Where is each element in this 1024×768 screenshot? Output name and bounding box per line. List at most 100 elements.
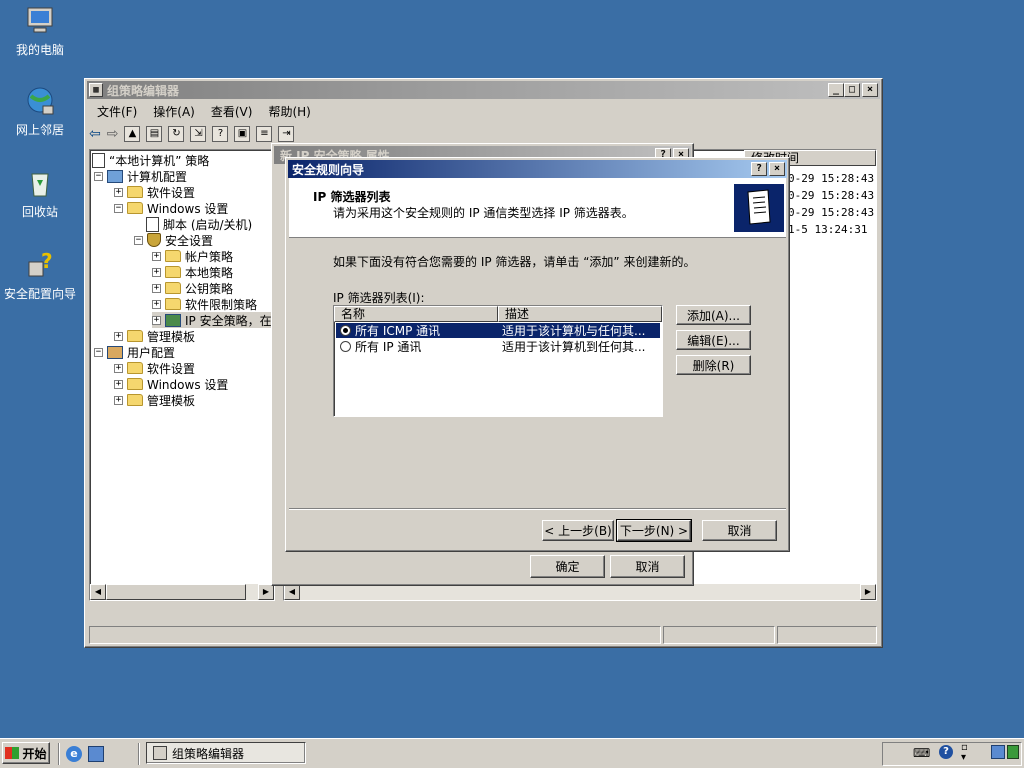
menubar: 文件(F) 操作(A) 查看(V) 帮助(H) — [89, 101, 319, 121]
security-icon — [147, 233, 161, 247]
tree-item-scripts[interactable]: 脚本 (启动/关机) — [146, 216, 252, 232]
tree-item-admin-templates[interactable]: + 管理模板 — [114, 328, 195, 344]
expand-icon[interactable]: + — [114, 187, 123, 197]
ok-button[interactable]: 确定 — [530, 555, 605, 578]
tree-hscrollbar[interactable]: ◀ ▶ — [90, 584, 274, 600]
filter-row-ip[interactable]: 所有 IP 通讯 适用于该计算机到任何其... — [336, 339, 660, 354]
network-tray-icon[interactable]: ⌨ — [913, 746, 930, 760]
security-tray-icon[interactable] — [1007, 745, 1019, 759]
tree-item-root[interactable]: “本地计算机” 策略 — [92, 152, 209, 168]
tree-item-windows-settings[interactable]: − Windows 设置 — [114, 200, 228, 216]
cancel-button[interactable]: 取消 — [702, 520, 777, 541]
filter-row-icmp[interactable]: 所有 ICMP 通讯 适用于该计算机与任何其... — [336, 323, 660, 338]
recycle-bin-desktop-icon[interactable]: 回收站 — [0, 166, 80, 220]
security-wizard-icon: ? — [28, 249, 53, 277]
status-pane — [663, 626, 775, 644]
menu-help[interactable]: 帮助(H) — [268, 103, 310, 120]
details-hscrollbar[interactable]: ◀ ▶ — [284, 584, 876, 600]
tree-item-pubkey-policy[interactable]: + 公钥策略 — [152, 280, 233, 296]
up-folder-icon[interactable]: ▲ — [124, 126, 141, 142]
filter-list[interactable]: 名称 描述 所有 ICMP 通讯 适用于该计算机与任何其... 所有 IP 通讯… — [333, 305, 663, 417]
collapse-icon[interactable]: − — [94, 171, 103, 181]
filter-name: 所有 IP 通讯 — [355, 340, 422, 354]
tree-item-software-restriction[interactable]: + 软件限制策略 — [152, 296, 257, 312]
wizard-titlebar[interactable]: 安全规则向导 ? × — [288, 160, 787, 178]
help-button[interactable]: ? — [751, 162, 767, 176]
system-tray: ⌨ ? ▫ ▾ — [882, 742, 1022, 766]
expand-icon[interactable]: + — [152, 299, 161, 309]
expand-icon[interactable]: + — [152, 251, 161, 261]
minimize-button[interactable]: _ — [828, 83, 844, 97]
scroll-right-icon[interactable]: ▶ — [258, 584, 274, 600]
tree-pane[interactable]: “本地计算机” 策略 − 计算机配置 + 软件设置 − Windows 设置 脚本 (… — [89, 149, 275, 601]
radio-unselected[interactable] — [340, 341, 351, 352]
collapse-icon[interactable]: − — [114, 203, 123, 213]
cancel-button[interactable]: 取消 — [610, 555, 685, 578]
help-icon[interactable]: ? — [212, 126, 229, 142]
scroll-left-icon[interactable]: ◀ — [284, 584, 300, 600]
start-button[interactable]: 开始 — [2, 742, 50, 764]
tree-item-local-policy[interactable]: + 本地策略 — [152, 264, 233, 280]
expand-icon[interactable]: + — [114, 395, 123, 405]
tree-item-computer[interactable]: − 计算机配置 — [94, 168, 187, 184]
edit-button[interactable]: 编辑(E)... — [676, 330, 751, 350]
maximize-button[interactable]: □ — [844, 83, 860, 97]
forward-arrow-icon[interactable]: ⇨ — [107, 126, 119, 142]
internet-explorer-icon[interactable]: e — [66, 746, 82, 762]
help-tray-icon[interactable]: ? — [939, 745, 953, 759]
add-button[interactable]: 添加(A)... — [676, 305, 751, 325]
tree-item-user-windows[interactable]: + Windows 设置 — [114, 376, 228, 392]
menu-action[interactable]: 操作(A) — [153, 103, 195, 120]
restore-tray-icon[interactable]: ▫ ▾ — [961, 743, 968, 763]
tree-item-ip-security[interactable]: + IP 安全策略，在 — [152, 312, 272, 328]
show-tree-icon[interactable]: ▤ — [146, 126, 163, 142]
properties-icon[interactable]: ≡ — [256, 126, 273, 142]
tree-label: 安全设置 — [165, 233, 214, 248]
filter-description: 适用于该计算机与任何其... — [502, 324, 646, 338]
column-header-name[interactable]: 名称 — [334, 306, 498, 322]
tree-item-user-admin[interactable]: + 管理模板 — [114, 392, 195, 408]
tree-item-account-policy[interactable]: + 帐户策略 — [152, 248, 233, 264]
expand-icon[interactable]: + — [152, 315, 161, 325]
taskbar-item-gpedit[interactable]: 组策略编辑器 — [146, 742, 306, 764]
network-places-desktop-icon[interactable]: 网上邻居 — [0, 84, 80, 138]
menu-view[interactable]: 查看(V) — [211, 103, 253, 120]
scroll-left-icon[interactable]: ◀ — [90, 584, 106, 600]
column-header-description[interactable]: 描述 — [498, 306, 662, 322]
back-button[interactable]: < 上一步(B) — [542, 520, 614, 541]
security-wizard-desktop-icon[interactable]: ? 安全配置向导 — [0, 248, 80, 302]
tree-item-user[interactable]: − 用户配置 — [94, 344, 175, 360]
expand-icon[interactable]: + — [152, 267, 161, 277]
expand-icon[interactable]: + — [152, 283, 161, 293]
refresh-icon[interactable]: ↻ — [168, 126, 185, 142]
console-icon[interactable]: ▣ — [234, 126, 251, 142]
back-arrow-icon[interactable]: ⇦ — [89, 126, 101, 142]
export-list-icon[interactable]: ⇲ — [190, 126, 207, 142]
tree-item-user-software[interactable]: + 软件设置 — [114, 360, 195, 376]
gpedit-titlebar[interactable]: ▦ 组策略编辑器 _ □ × — [87, 81, 880, 99]
next-button[interactable]: 下一步(N) > — [616, 519, 692, 542]
desktop-icon-label: 我的电脑 — [15, 43, 64, 57]
tree-item-security-settings[interactable]: − 安全设置 — [134, 232, 213, 248]
menu-file[interactable]: 文件(F) — [97, 103, 137, 120]
tree-item-software-settings[interactable]: + 软件设置 — [114, 184, 195, 200]
remove-button[interactable]: 删除(R) — [676, 355, 751, 375]
expand-icon[interactable]: + — [114, 331, 123, 341]
wizard-header: IP 筛选器列表 请为采用这个安全规则的 IP 通信类型选择 IP 筛选器表。 — [289, 178, 786, 238]
scroll-right-icon[interactable]: ▶ — [860, 584, 876, 600]
tree-label: 用户配置 — [127, 345, 176, 360]
show-desktop-icon[interactable] — [88, 746, 104, 762]
close-button[interactable]: × — [769, 162, 785, 176]
expand-icon[interactable]: + — [114, 363, 123, 373]
assign-icon[interactable]: ⇥ — [278, 126, 295, 142]
my-computer-desktop-icon[interactable]: 我的电脑 — [0, 4, 80, 58]
collapse-icon[interactable]: − — [134, 235, 143, 245]
tree-label: “本地计算机” 策略 — [109, 153, 210, 168]
scroll-thumb[interactable] — [106, 584, 246, 600]
radio-selected[interactable] — [340, 325, 351, 336]
tree-label: 帐户策略 — [185, 249, 234, 264]
computer-tray-icon[interactable] — [991, 745, 1005, 759]
expand-icon[interactable]: + — [114, 379, 123, 389]
close-button[interactable]: × — [862, 83, 878, 97]
collapse-icon[interactable]: − — [94, 347, 103, 357]
